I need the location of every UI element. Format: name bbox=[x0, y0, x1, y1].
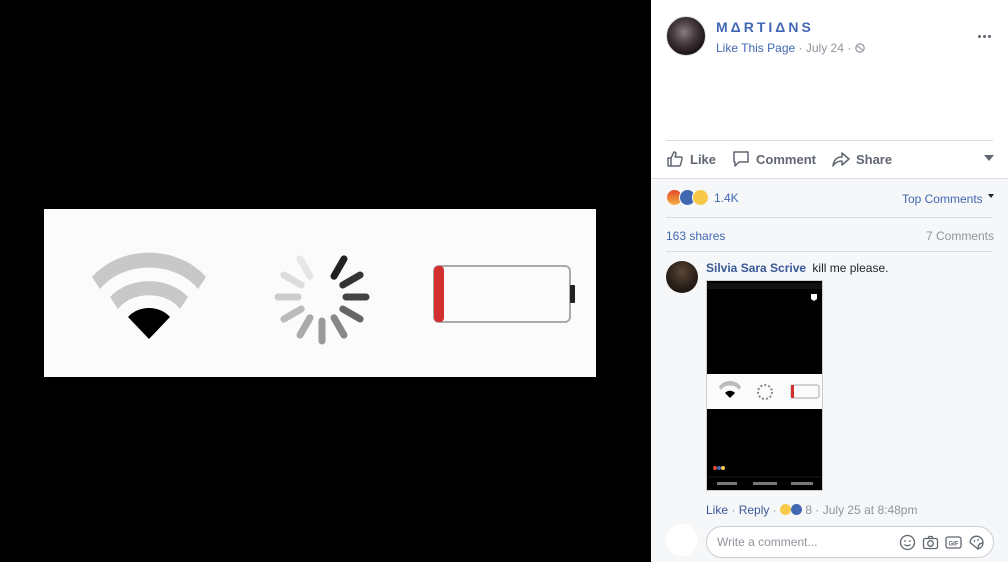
comments-section: 1.4K Top Comments 163 shares 7 Comments … bbox=[651, 178, 1008, 562]
composer-icons: GIF bbox=[899, 534, 985, 551]
divider bbox=[666, 217, 993, 218]
shares-count[interactable]: 163 shares bbox=[666, 229, 725, 243]
share-button[interactable]: Share bbox=[832, 150, 892, 168]
current-user-avatar bbox=[666, 524, 698, 556]
emoji-icon[interactable] bbox=[899, 534, 916, 551]
low-battery-icon bbox=[433, 265, 575, 323]
divider bbox=[666, 140, 993, 141]
page-name[interactable]: MΔRTIΔNS bbox=[716, 19, 814, 35]
comment-body: Silvia Sara Scrive kill me please. bbox=[706, 261, 888, 275]
like-button[interactable]: Like bbox=[666, 150, 716, 168]
divider bbox=[666, 251, 993, 252]
comment-image-screenshot bbox=[707, 281, 822, 490]
thumbs-up-icon bbox=[667, 151, 683, 167]
globe-icon bbox=[854, 43, 865, 53]
haha-reaction-icon bbox=[780, 504, 792, 515]
comment-author[interactable]: Silvia Sara Scrive bbox=[706, 261, 806, 275]
footer-separator: · bbox=[812, 503, 823, 517]
meta-separator: · bbox=[847, 41, 852, 55]
comment-image[interactable] bbox=[706, 280, 823, 491]
chevron-down-icon[interactable] bbox=[984, 155, 994, 161]
reaction-summary[interactable]: 1.4K bbox=[666, 189, 739, 206]
photo-viewer bbox=[0, 0, 651, 562]
share-label: Share bbox=[855, 151, 893, 167]
comment-button[interactable]: Comment bbox=[732, 150, 816, 168]
comment-footer: Like · Reply · 8 · July 25 at 8:48pm bbox=[706, 503, 917, 517]
comment-icon bbox=[733, 151, 749, 167]
reaction-count: 1.4K bbox=[714, 190, 739, 205]
like-reaction-icon bbox=[791, 504, 803, 515]
caret-down-icon bbox=[988, 194, 994, 198]
comment-text: kill me please. bbox=[812, 261, 889, 275]
camera-icon[interactable] bbox=[922, 534, 939, 551]
top-comments-label: Top Comments bbox=[901, 192, 983, 206]
comment-reply-link[interactable]: Reply bbox=[739, 503, 770, 517]
svg-text:GIF: GIF bbox=[949, 542, 959, 548]
comment-like-link[interactable]: Like bbox=[706, 503, 728, 517]
share-icon bbox=[832, 152, 850, 167]
more-options-icon[interactable] bbox=[976, 28, 992, 44]
comment-reaction-count: 8 bbox=[805, 503, 813, 517]
comment-reactions[interactable] bbox=[780, 503, 803, 517]
loading-spinner-icon bbox=[274, 255, 370, 345]
meta-separator: · bbox=[798, 41, 803, 55]
post-panel: MΔRTIΔNS Like This Page · July 24 · Like… bbox=[651, 0, 1008, 562]
post-photo[interactable] bbox=[44, 209, 596, 377]
comment-input[interactable] bbox=[717, 535, 887, 549]
sticker-icon[interactable] bbox=[968, 534, 985, 551]
comments-count[interactable]: 7 Comments bbox=[926, 229, 994, 243]
post-actions: Like Comment Share bbox=[666, 148, 994, 170]
comment-composer: GIF bbox=[706, 526, 994, 558]
comment-label: Comment bbox=[756, 151, 816, 167]
wifi-icon bbox=[92, 252, 206, 339]
comment-timestamp[interactable]: July 25 at 8:48pm bbox=[823, 503, 918, 517]
like-page-link[interactable]: Like This Page bbox=[716, 41, 795, 55]
footer-separator: · bbox=[769, 503, 781, 517]
footer-separator: · bbox=[728, 503, 739, 517]
top-comments-dropdown[interactable]: Top Comments bbox=[902, 192, 994, 206]
page-avatar[interactable] bbox=[666, 16, 706, 56]
commenter-avatar[interactable] bbox=[666, 261, 698, 293]
like-label: Like bbox=[690, 151, 717, 167]
gif-icon[interactable]: GIF bbox=[945, 534, 962, 551]
photo-illustration bbox=[92, 252, 575, 345]
post-date[interactable]: July 24 bbox=[806, 41, 844, 55]
post-meta: Like This Page · July 24 · bbox=[716, 41, 865, 55]
sad-reaction-icon bbox=[692, 189, 709, 206]
